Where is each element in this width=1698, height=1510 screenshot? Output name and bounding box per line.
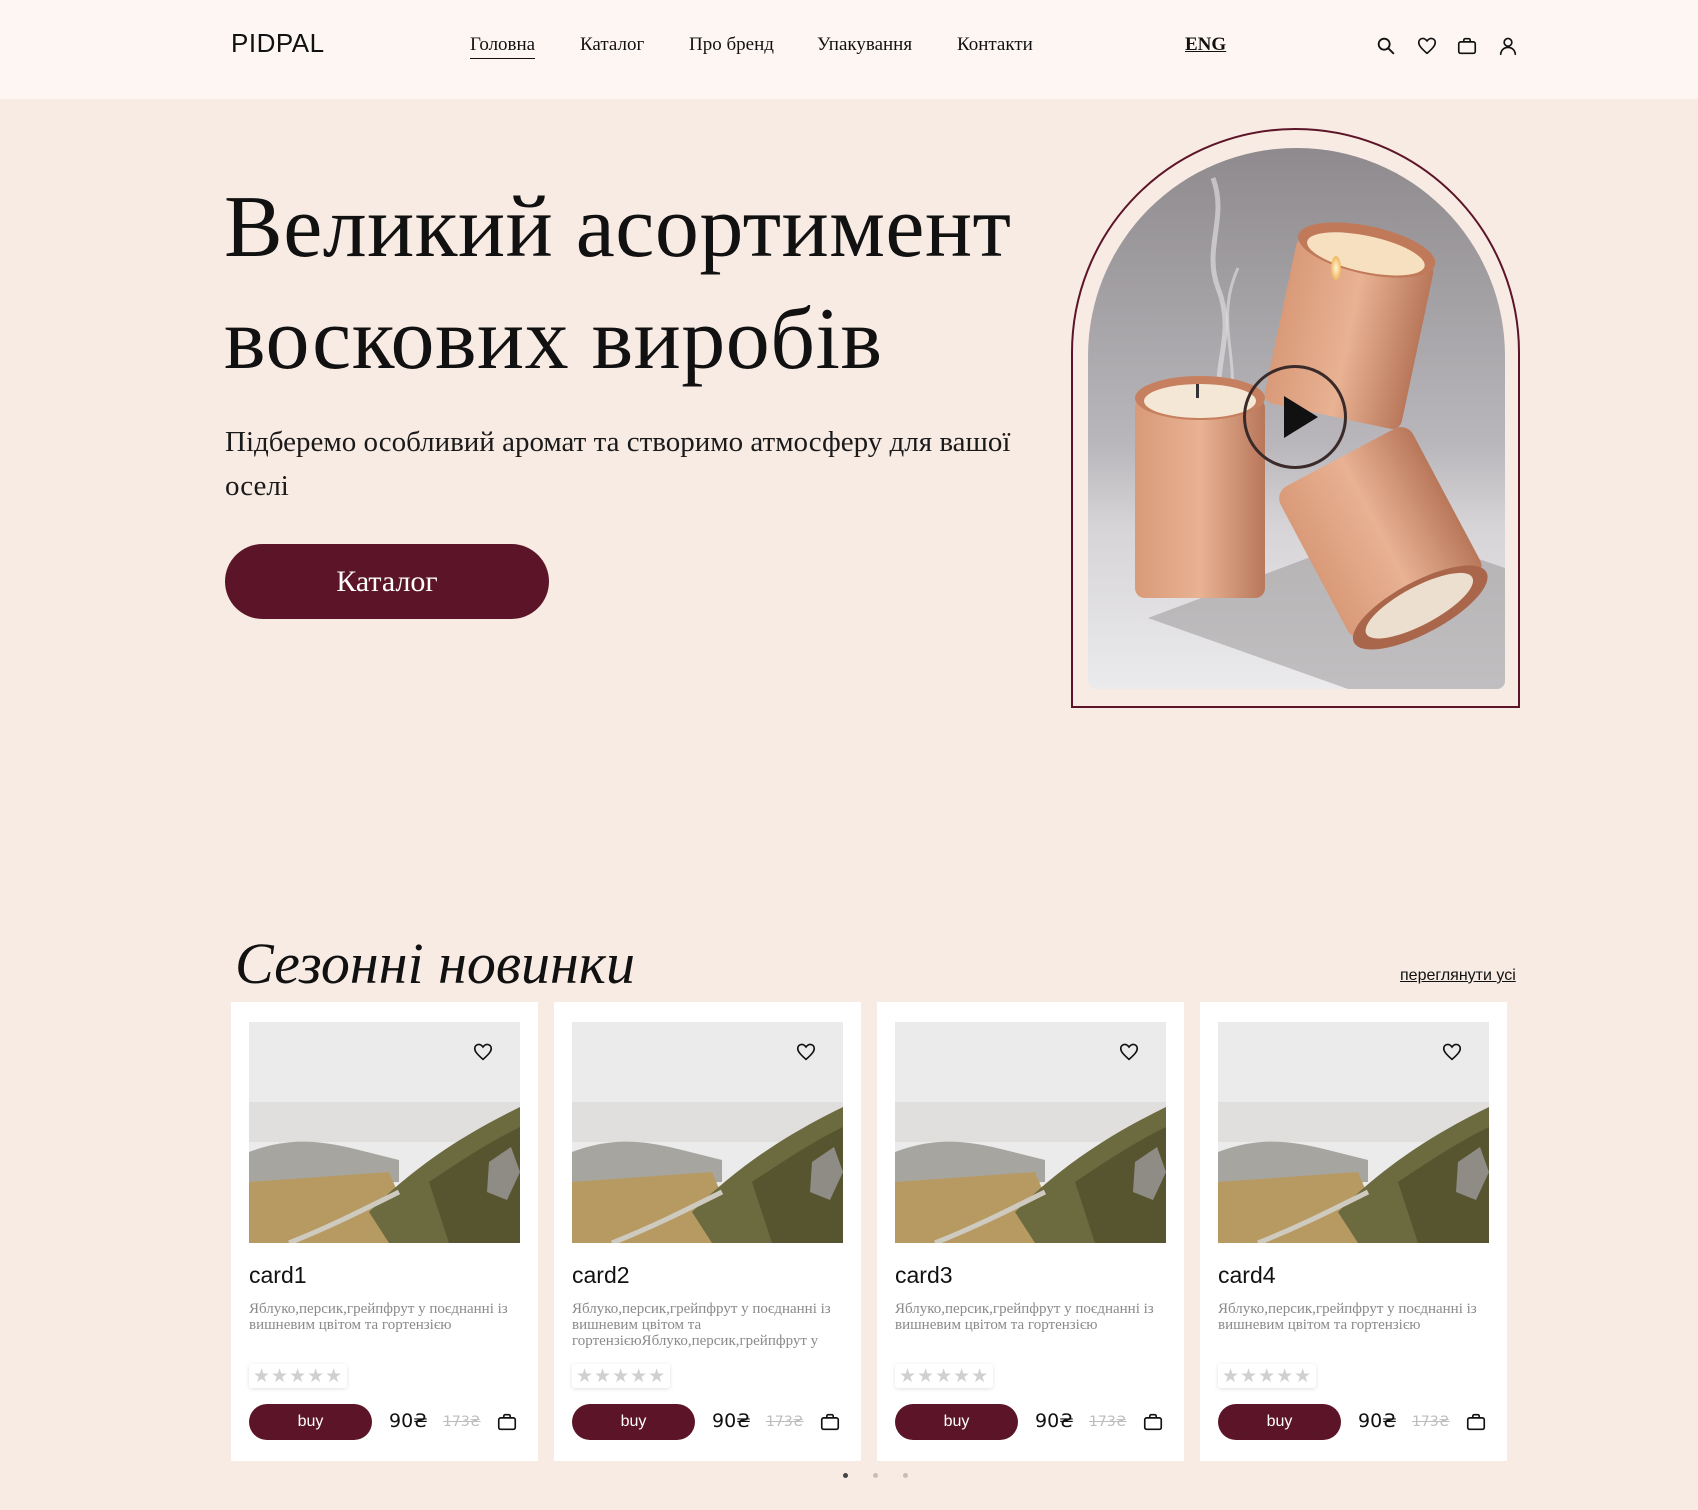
- product-card[interactable]: card2 Яблуко,персик,грейпфрут у поєднанн…: [554, 1002, 861, 1461]
- buy-button[interactable]: buy: [1218, 1404, 1341, 1440]
- favorite-heart-icon[interactable]: [795, 1041, 817, 1063]
- product-carousel: card1 Яблуко,персик,грейпфрут у поєднанн…: [231, 1002, 1507, 1462]
- pagination-dot[interactable]: [843, 1473, 848, 1478]
- user-icon[interactable]: [1497, 35, 1519, 57]
- hero-subtitle: Підберемо особливий аромат та створимо а…: [225, 426, 1011, 502]
- price: 90₴: [1358, 1410, 1397, 1432]
- play-video-button[interactable]: [1243, 365, 1347, 469]
- star-rating[interactable]: ★★★★★: [572, 1364, 671, 1388]
- product-image: [249, 1022, 520, 1243]
- old-price: 173₴: [1412, 1414, 1450, 1430]
- section-title: Сезонні новинки: [235, 931, 635, 996]
- nav-item-about-brand[interactable]: Про бренд: [689, 34, 774, 58]
- favorite-heart-icon[interactable]: [472, 1041, 494, 1063]
- site-header: PIDPAL Головна Каталог Про бренд Упакува…: [0, 0, 1698, 99]
- add-to-cart-bag-icon[interactable]: [1142, 1411, 1164, 1433]
- old-price: 173₴: [766, 1414, 804, 1430]
- pagination-dot[interactable]: [873, 1473, 878, 1478]
- card-title: card4: [1218, 1262, 1276, 1288]
- product-card[interactable]: card1 Яблуко,персик,грейпфрут у поєднанн…: [231, 1002, 538, 1461]
- language-switch[interactable]: ENG: [1185, 34, 1226, 56]
- star-rating[interactable]: ★★★★★: [1218, 1364, 1317, 1388]
- product-image: [1218, 1022, 1489, 1243]
- pagination-dot[interactable]: [903, 1473, 908, 1478]
- buy-button[interactable]: buy: [249, 1404, 372, 1440]
- card-description: Яблуко,персик,грейпфрут у поєднанні із в…: [1218, 1301, 1477, 1333]
- carousel-pagination: [0, 1473, 1698, 1481]
- star-rating[interactable]: ★★★★★: [895, 1364, 994, 1388]
- product-card[interactable]: card4 Яблуко,персик,грейпфрут у поєднанн…: [1200, 1002, 1507, 1461]
- card-description: Яблуко,персик,грейпфрут у поєднанні із в…: [895, 1301, 1154, 1333]
- card-title: card2: [572, 1262, 630, 1288]
- bag-icon[interactable]: [1456, 35, 1478, 57]
- search-icon[interactable]: [1375, 35, 1397, 57]
- catalog-button[interactable]: Каталог: [225, 544, 549, 619]
- add-to-cart-bag-icon[interactable]: [819, 1411, 841, 1433]
- product-image: [895, 1022, 1166, 1243]
- buy-button[interactable]: buy: [572, 1404, 695, 1440]
- star-rating[interactable]: ★★★★★: [249, 1364, 348, 1388]
- old-price: 173₴: [1089, 1414, 1127, 1430]
- card-title: card1: [249, 1262, 307, 1288]
- buy-button[interactable]: buy: [895, 1404, 1018, 1440]
- see-all-link[interactable]: переглянути усі: [1400, 967, 1516, 985]
- favorite-heart-icon[interactable]: [1441, 1041, 1463, 1063]
- hero-title: Великий асортимент воскових виробів: [224, 179, 1012, 388]
- heart-icon[interactable]: [1416, 35, 1438, 57]
- nav-item-packaging[interactable]: Упакування: [817, 34, 912, 58]
- favorite-heart-icon[interactable]: [1118, 1041, 1140, 1063]
- add-to-cart-bag-icon[interactable]: [496, 1411, 518, 1433]
- price: 90₴: [389, 1410, 428, 1432]
- card-title: card3: [895, 1262, 953, 1288]
- price: 90₴: [712, 1410, 751, 1432]
- nav-item-contacts[interactable]: Контакти: [957, 34, 1033, 58]
- price: 90₴: [1035, 1410, 1074, 1432]
- product-card[interactable]: card3 Яблуко,персик,грейпфрут у поєднанн…: [877, 1002, 1184, 1461]
- nav-item-home[interactable]: Головна: [470, 34, 536, 59]
- brand-logo[interactable]: PIDPAL: [231, 28, 325, 59]
- card-description: Яблуко,персик,грейпфрут у поєднанні із в…: [249, 1301, 508, 1333]
- add-to-cart-bag-icon[interactable]: [1465, 1411, 1487, 1433]
- old-price: 173₴: [443, 1414, 481, 1430]
- nav-item-catalog[interactable]: Каталог: [580, 34, 644, 58]
- product-image: [572, 1022, 843, 1243]
- card-description: Яблуко,персик,грейпфрут у поєднанні із в…: [572, 1301, 831, 1349]
